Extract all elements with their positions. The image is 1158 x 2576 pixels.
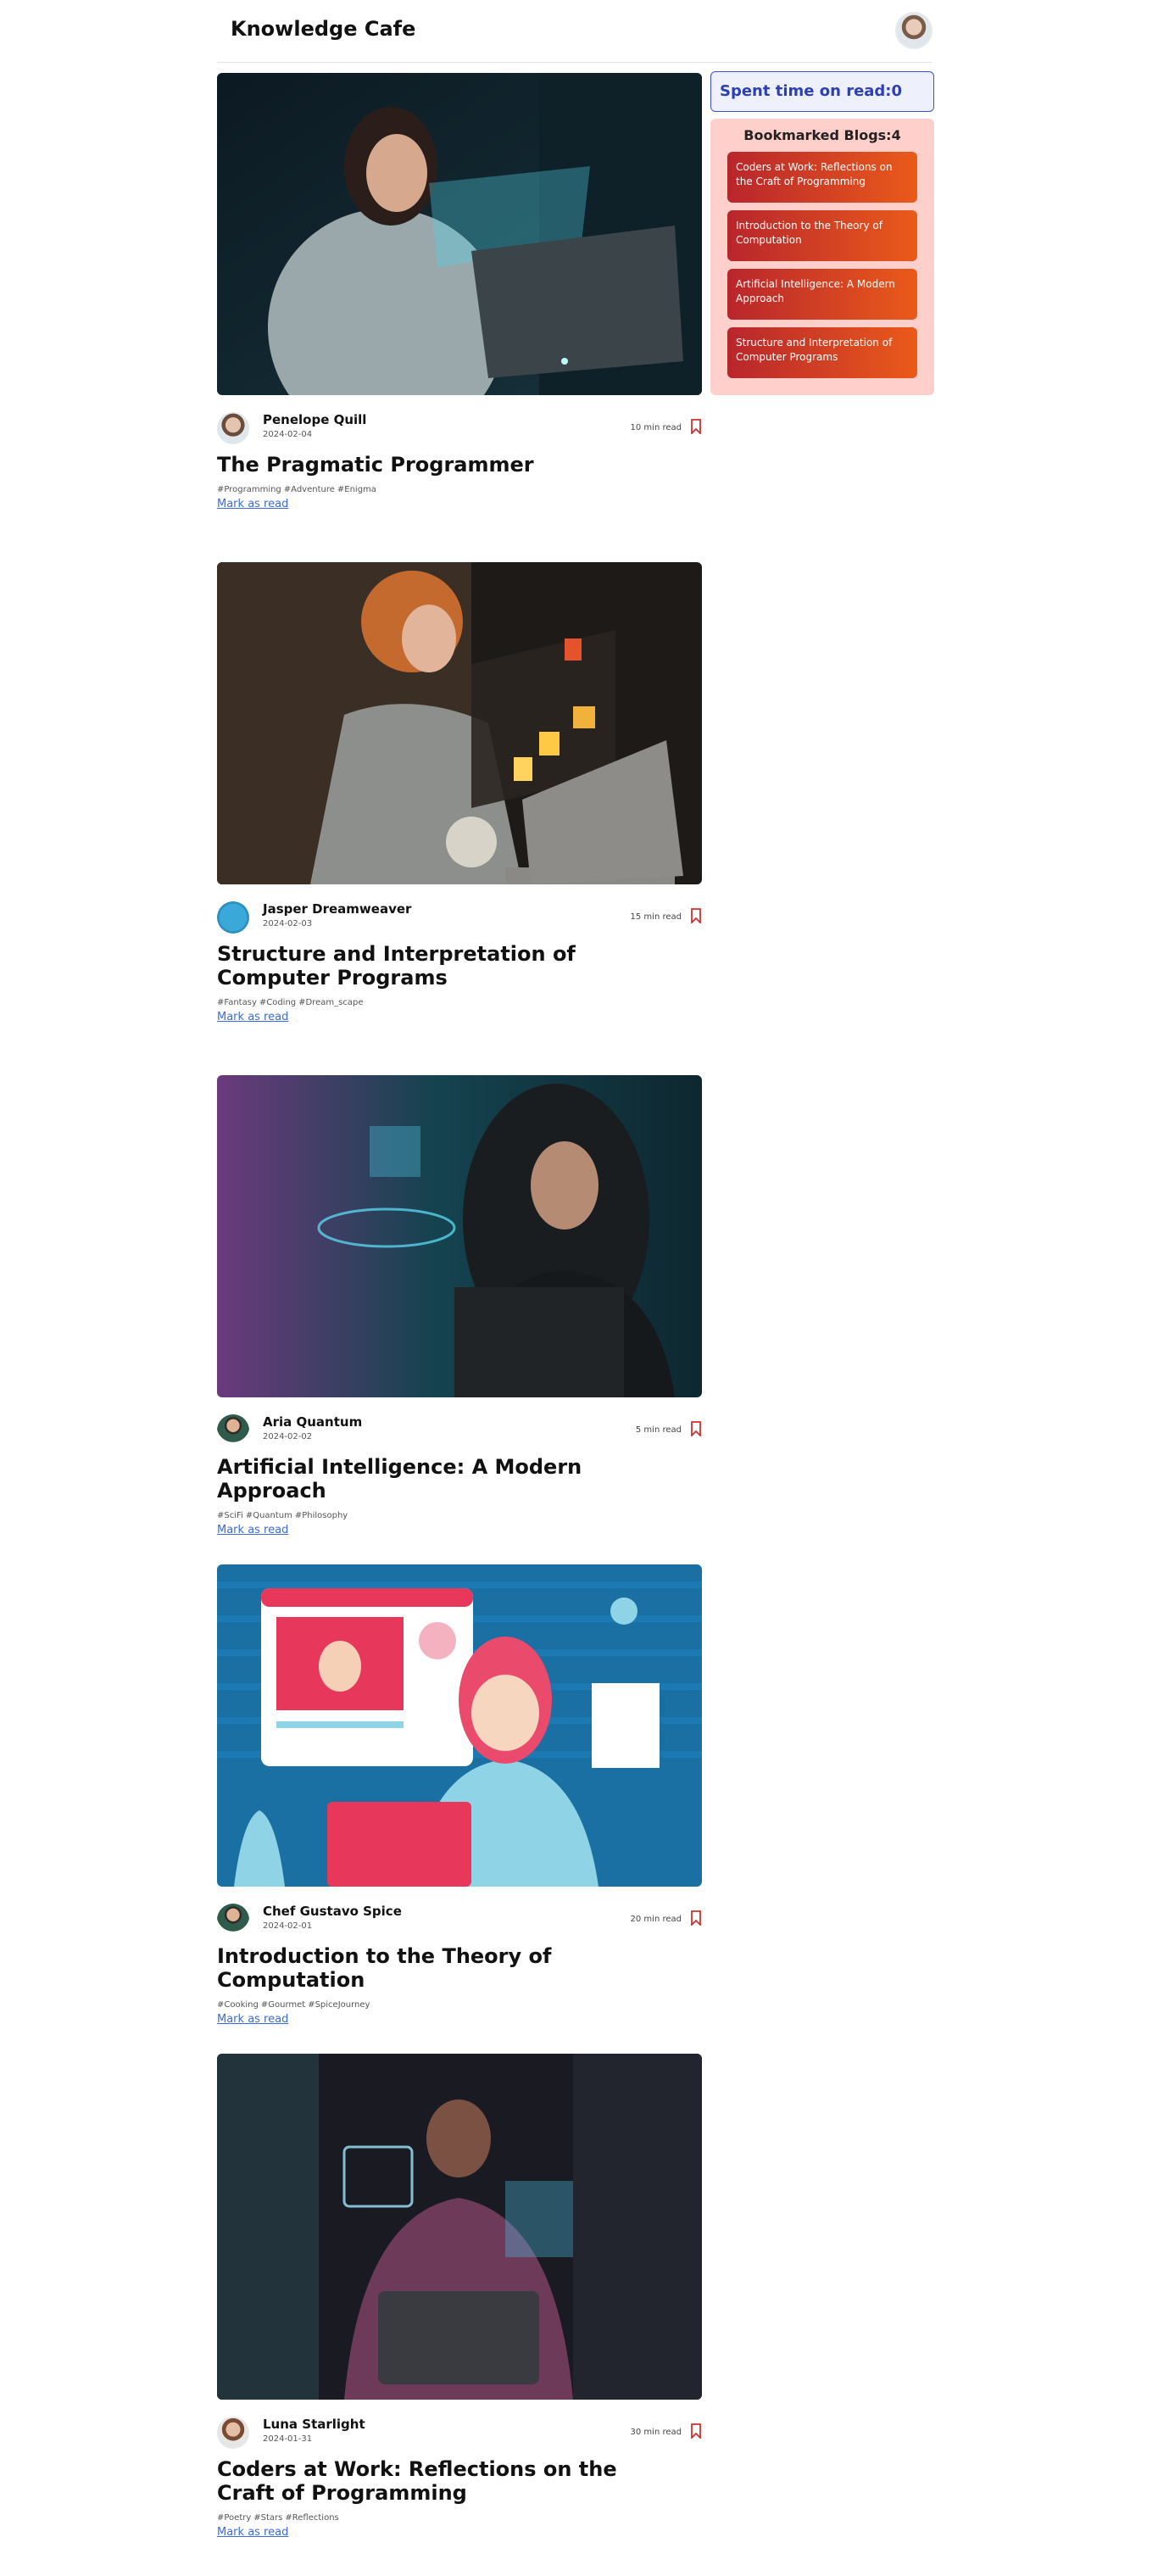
blog-tags: #Fantasy #Coding #Dream_scape (217, 998, 702, 1007)
tag: #Quantum (245, 1511, 292, 1520)
blog-title: The Pragmatic Programmer (217, 453, 534, 477)
tag: #Programming (217, 485, 281, 494)
blog-meta: Luna Starlight 2024-01-31 30 min read (217, 2417, 702, 2454)
author-avatar (217, 2417, 249, 2449)
blog-card: Penelope Quill 2024-02-04 10 min read Th… (217, 73, 702, 510)
author-name: Jasper Dreamweaver (263, 901, 412, 917)
post-date: 2024-02-03 (263, 919, 313, 928)
blog-tags: #SciFi #Quantum #Philosophy (217, 1511, 702, 1520)
mark-as-read-link[interactable]: Mark as read (217, 1524, 288, 1536)
post-date: 2024-02-01 (263, 1921, 313, 1931)
tag: #Reflections (285, 2513, 339, 2523)
blog-meta: Chef Gustavo Spice 2024-02-01 20 min rea… (217, 1904, 702, 1941)
tag: #Poetry (217, 2513, 252, 2523)
read-time: 10 min read (630, 423, 682, 432)
bookmarked-blog-item[interactable]: Artificial Intelligence: A Modern Approa… (727, 269, 917, 320)
blog-meta: Aria Quantum 2024-02-02 5 min read (217, 1414, 702, 1452)
tag: #Coding (259, 998, 297, 1007)
tag: #Dream_scape (298, 998, 364, 1007)
blog-cover-image (217, 562, 702, 884)
bookmarked-blog-item[interactable]: Coders at Work: Reflections on the Craft… (727, 152, 917, 203)
mark-as-read-link[interactable]: Mark as read (217, 2526, 288, 2539)
tag: #Philosophy (294, 1511, 348, 1520)
site-header: Knowledge Cafe (217, 0, 933, 63)
blog-card: Jasper Dreamweaver 2024-02-03 15 min rea… (217, 562, 702, 1023)
author-avatar (217, 412, 249, 444)
blog-card: Chef Gustavo Spice 2024-02-01 20 min rea… (217, 1564, 702, 2026)
blog-title: Structure and Interpretation of Computer… (217, 942, 576, 990)
blog-tags: #Programming #Adventure #Enigma (217, 485, 702, 494)
mark-as-read-link[interactable]: Mark as read (217, 498, 288, 510)
read-time: 5 min read (635, 1425, 682, 1435)
author-name: Aria Quantum (263, 1414, 363, 1430)
tag: #Gourmet (260, 2000, 306, 2010)
author-avatar (217, 1904, 249, 1936)
author-name: Chef Gustavo Spice (263, 1904, 402, 1919)
read-time: 15 min read (630, 912, 682, 922)
read-time: 30 min read (630, 2428, 682, 2437)
author-name: Penelope Quill (263, 412, 367, 427)
blog-title: Coders at Work: Reflections on the Craft… (217, 2457, 617, 2505)
blog-cover-image (217, 1075, 702, 1397)
blog-title: Artificial Intelligence: A Modern Approa… (217, 1455, 582, 1503)
bookmarked-blogs-heading: Bookmarked Blogs:4 (743, 127, 901, 143)
tag: #Fantasy (217, 998, 257, 1007)
author-avatar (217, 1414, 249, 1447)
tag: #Adventure (283, 485, 335, 494)
bookmark-icon[interactable] (690, 1910, 702, 1926)
author-avatar (217, 901, 249, 934)
tag: #Stars (253, 2513, 283, 2523)
site-brand[interactable]: Knowledge Cafe (231, 17, 415, 41)
blog-cover-image (217, 73, 702, 395)
blog-cover-image (217, 1564, 702, 1887)
blog-card: Luna Starlight 2024-01-31 30 min read Co… (217, 2054, 702, 2539)
bookmark-icon[interactable] (690, 2423, 702, 2439)
bookmark-icon[interactable] (690, 1421, 702, 1436)
mark-as-read-link[interactable]: Mark as read (217, 2013, 288, 2026)
post-date: 2024-02-02 (263, 1432, 313, 1441)
tag: #Cooking (217, 2000, 259, 2010)
mark-as-read-link[interactable]: Mark as read (217, 1011, 288, 1023)
read-time: 20 min read (630, 1915, 682, 1924)
blog-title: Introduction to the Theory of Computatio… (217, 1944, 552, 1992)
author-name: Luna Starlight (263, 2417, 365, 2432)
bookmarked-blog-item[interactable]: Structure and Interpretation of Computer… (727, 327, 917, 378)
blog-card: Aria Quantum 2024-02-02 5 min read Artif… (217, 1075, 702, 1536)
profile-avatar[interactable] (895, 12, 933, 49)
spent-time-counter: Spent time on read:0 (710, 71, 934, 112)
blog-cover-image (217, 2054, 702, 2400)
post-date: 2024-01-31 (263, 2434, 313, 2444)
blog-tags: #Poetry #Stars #Reflections (217, 2513, 702, 2523)
tag: #SpiceJourney (308, 2000, 370, 2010)
bookmarked-blogs-panel: Bookmarked Blogs:4 Coders at Work: Refle… (710, 119, 934, 395)
bookmarked-blog-item[interactable]: Introduction to the Theory of Computatio… (727, 210, 917, 261)
tag: #SciFi (217, 1511, 243, 1520)
blog-meta: Jasper Dreamweaver 2024-02-03 15 min rea… (217, 901, 702, 939)
post-date: 2024-02-04 (263, 430, 313, 439)
sidebar: Spent time on read:0 Bookmarked Blogs:4 … (710, 71, 934, 395)
bookmark-icon[interactable] (690, 908, 702, 923)
blog-tags: #Cooking #Gourmet #SpiceJourney (217, 2000, 702, 2010)
tag: #Enigma (337, 485, 376, 494)
blog-meta: Penelope Quill 2024-02-04 10 min read (217, 412, 702, 449)
bookmark-icon[interactable] (690, 419, 702, 434)
